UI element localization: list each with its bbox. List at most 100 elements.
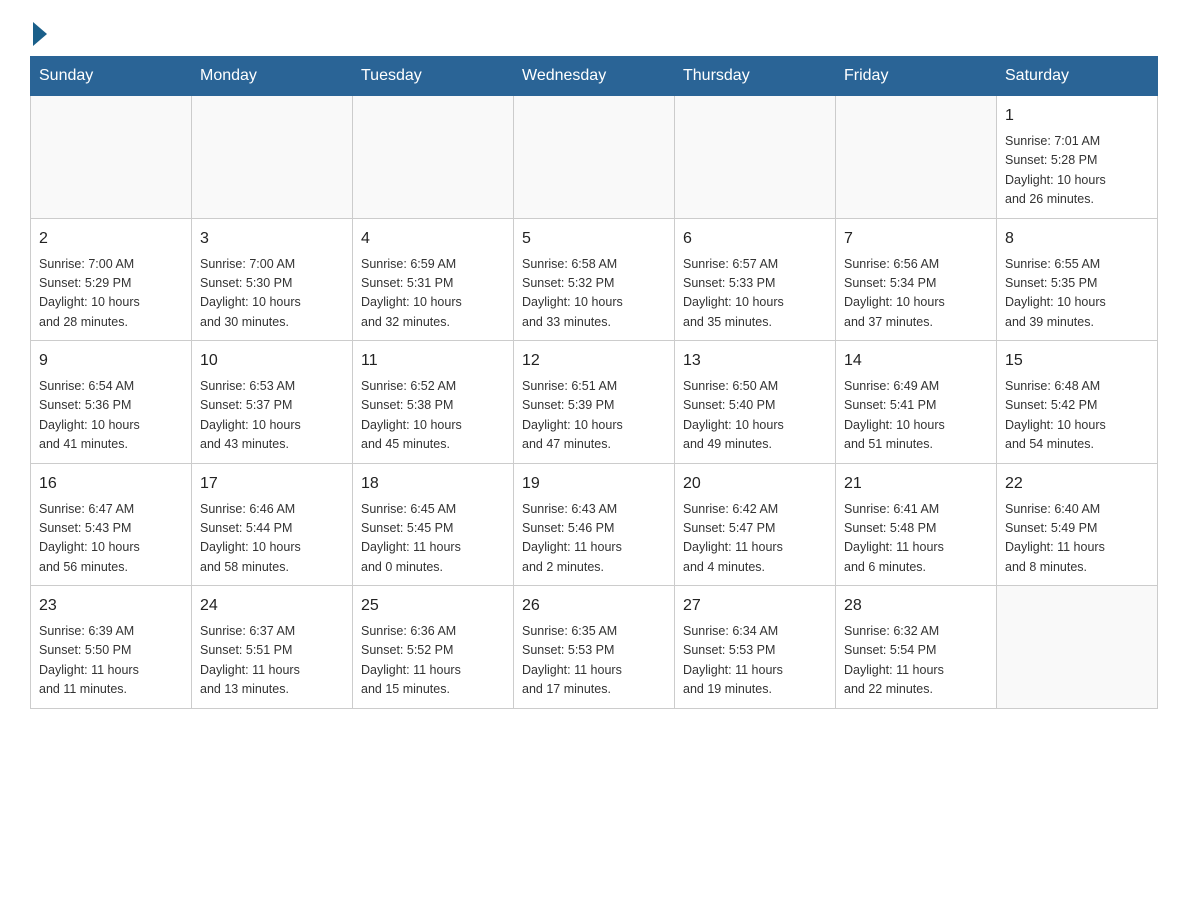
day-info: Sunrise: 7:00 AM Sunset: 5:30 PM Dayligh… — [200, 255, 344, 333]
calendar-week-row: 16Sunrise: 6:47 AM Sunset: 5:43 PM Dayli… — [31, 463, 1158, 586]
calendar-cell: 4 Sunrise: 6:59 AM Sunset: 5:31 PM Daylig… — [353, 218, 514, 341]
day-info: Sunrise: 6:54 AM Sunset: 5:36 PM Dayligh… — [39, 377, 183, 455]
day-number: 22 — [1005, 472, 1149, 496]
day-info: Sunrise: 6:45 AM Sunset: 5:45 PM Dayligh… — [361, 500, 505, 578]
calendar-cell: 27 Sunrise: 6:34 AM Sunset: 5:53 PM Dayli… — [675, 586, 836, 709]
calendar-cell — [836, 96, 997, 219]
day-info: Sunrise: 6:55 AM Sunset: 5:35 PM Dayligh… — [1005, 255, 1149, 333]
calendar-cell — [192, 96, 353, 219]
weekday-header-monday: Monday — [192, 57, 353, 96]
day-info: Sunrise: 6:32 AM Sunset: 5:54 PM Dayligh… — [844, 622, 988, 700]
day-number: 20 — [683, 472, 827, 496]
day-number: 18 — [361, 472, 505, 496]
day-number: 14 — [844, 349, 988, 373]
day-info: Sunrise: 6:35 AM Sunset: 5:53 PM Dayligh… — [522, 622, 666, 700]
day-info: Sunrise: 6:50 AM Sunset: 5:40 PM Dayligh… — [683, 377, 827, 455]
calendar-cell — [31, 96, 192, 219]
calendar-cell: 12 Sunrise: 6:51 AM Sunset: 5:39 PM Dayli… — [514, 341, 675, 464]
day-number: 2 — [39, 227, 183, 251]
day-info: Sunrise: 6:58 AM Sunset: 5:32 PM Dayligh… — [522, 255, 666, 333]
calendar-cell: 10 Sunrise: 6:53 AM Sunset: 5:37 PM Dayli… — [192, 341, 353, 464]
calendar-cell: 21 Sunrise: 6:41 AM Sunset: 5:48 PM Dayli… — [836, 463, 997, 586]
day-number: 3 — [200, 227, 344, 251]
day-info: Sunrise: 6:51 AM Sunset: 5:39 PM Dayligh… — [522, 377, 666, 455]
day-number: 24 — [200, 594, 344, 618]
day-info: Sunrise: 6:56 AM Sunset: 5:34 PM Dayligh… — [844, 255, 988, 333]
day-number: 11 — [361, 349, 505, 373]
calendar-cell: 25Sunrise: 6:36 AM Sunset: 5:52 PM Dayli… — [353, 586, 514, 709]
day-number: 27 — [683, 594, 827, 618]
calendar-cell: 6 Sunrise: 6:57 AM Sunset: 5:33 PM Daylig… — [675, 218, 836, 341]
day-number: 19 — [522, 472, 666, 496]
day-number: 21 — [844, 472, 988, 496]
day-info: Sunrise: 6:41 AM Sunset: 5:48 PM Dayligh… — [844, 500, 988, 578]
day-info: Sunrise: 6:34 AM Sunset: 5:53 PM Dayligh… — [683, 622, 827, 700]
day-info: Sunrise: 7:01 AM Sunset: 5:28 PM Dayligh… — [1005, 132, 1149, 210]
day-info: Sunrise: 6:39 AM Sunset: 5:50 PM Dayligh… — [39, 622, 183, 700]
calendar-table: SundayMondayTuesdayWednesdayThursdayFrid… — [30, 56, 1158, 709]
calendar-cell — [997, 586, 1158, 709]
day-number: 9 — [39, 349, 183, 373]
calendar-cell — [675, 96, 836, 219]
calendar-header-row: SundayMondayTuesdayWednesdayThursdayFrid… — [31, 57, 1158, 96]
calendar-cell: 28 Sunrise: 6:32 AM Sunset: 5:54 PM Dayli… — [836, 586, 997, 709]
weekday-header-sunday: Sunday — [31, 57, 192, 96]
calendar-cell: 9 Sunrise: 6:54 AM Sunset: 5:36 PM Daylig… — [31, 341, 192, 464]
calendar-cell: 24 Sunrise: 6:37 AM Sunset: 5:51 PM Dayli… — [192, 586, 353, 709]
calendar-cell: 19 Sunrise: 6:43 AM Sunset: 5:46 PM Dayli… — [514, 463, 675, 586]
day-info: Sunrise: 6:48 AM Sunset: 5:42 PM Dayligh… — [1005, 377, 1149, 455]
day-number: 23 — [39, 594, 183, 618]
calendar-week-row: 23 Sunrise: 6:39 AM Sunset: 5:50 PM Dayli… — [31, 586, 1158, 709]
calendar-cell: 17 Sunrise: 6:46 AM Sunset: 5:44 PM Dayli… — [192, 463, 353, 586]
calendar-cell: 3 Sunrise: 7:00 AM Sunset: 5:30 PM Daylig… — [192, 218, 353, 341]
calendar-cell: 7 Sunrise: 6:56 AM Sunset: 5:34 PM Daylig… — [836, 218, 997, 341]
calendar-cell: 8 Sunrise: 6:55 AM Sunset: 5:35 PM Daylig… — [997, 218, 1158, 341]
calendar-cell — [353, 96, 514, 219]
day-number: 17 — [200, 472, 344, 496]
calendar-cell: 16Sunrise: 6:47 AM Sunset: 5:43 PM Dayli… — [31, 463, 192, 586]
day-number: 25 — [361, 594, 505, 618]
calendar-cell: 2 Sunrise: 7:00 AM Sunset: 5:29 PM Daylig… — [31, 218, 192, 341]
day-info: Sunrise: 6:46 AM Sunset: 5:44 PM Dayligh… — [200, 500, 344, 578]
day-info: Sunrise: 6:49 AM Sunset: 5:41 PM Dayligh… — [844, 377, 988, 455]
day-number: 4 — [361, 227, 505, 251]
calendar-cell: 22 Sunrise: 6:40 AM Sunset: 5:49 PM Dayli… — [997, 463, 1158, 586]
calendar-cell — [514, 96, 675, 219]
weekday-header-wednesday: Wednesday — [514, 57, 675, 96]
day-info: Sunrise: 6:42 AM Sunset: 5:47 PM Dayligh… — [683, 500, 827, 578]
calendar-cell: 13 Sunrise: 6:50 AM Sunset: 5:40 PM Dayli… — [675, 341, 836, 464]
calendar-cell: 15Sunrise: 6:48 AM Sunset: 5:42 PM Dayli… — [997, 341, 1158, 464]
calendar-cell: 1Sunrise: 7:01 AM Sunset: 5:28 PM Daylig… — [997, 96, 1158, 219]
day-number: 26 — [522, 594, 666, 618]
day-number: 28 — [844, 594, 988, 618]
day-number: 13 — [683, 349, 827, 373]
day-info: Sunrise: 7:00 AM Sunset: 5:29 PM Dayligh… — [39, 255, 183, 333]
calendar-cell: 20 Sunrise: 6:42 AM Sunset: 5:47 PM Dayli… — [675, 463, 836, 586]
weekday-header-friday: Friday — [836, 57, 997, 96]
calendar-week-row: 2 Sunrise: 7:00 AM Sunset: 5:29 PM Daylig… — [31, 218, 1158, 341]
day-info: Sunrise: 6:57 AM Sunset: 5:33 PM Dayligh… — [683, 255, 827, 333]
calendar-cell: 11 Sunrise: 6:52 AM Sunset: 5:38 PM Dayli… — [353, 341, 514, 464]
calendar-cell: 14 Sunrise: 6:49 AM Sunset: 5:41 PM Dayli… — [836, 341, 997, 464]
day-info: Sunrise: 6:40 AM Sunset: 5:49 PM Dayligh… — [1005, 500, 1149, 578]
day-number: 5 — [522, 227, 666, 251]
day-number: 12 — [522, 349, 666, 373]
day-info: Sunrise: 6:43 AM Sunset: 5:46 PM Dayligh… — [522, 500, 666, 578]
day-info: Sunrise: 6:37 AM Sunset: 5:51 PM Dayligh… — [200, 622, 344, 700]
page-header — [30, 20, 1158, 46]
calendar-cell: 23 Sunrise: 6:39 AM Sunset: 5:50 PM Dayli… — [31, 586, 192, 709]
day-info: Sunrise: 6:59 AM Sunset: 5:31 PM Dayligh… — [361, 255, 505, 333]
calendar-cell: 18 Sunrise: 6:45 AM Sunset: 5:45 PM Dayli… — [353, 463, 514, 586]
day-number: 16 — [39, 472, 183, 496]
day-number: 6 — [683, 227, 827, 251]
weekday-header-tuesday: Tuesday — [353, 57, 514, 96]
logo — [30, 20, 47, 46]
weekday-header-saturday: Saturday — [997, 57, 1158, 96]
day-number: 8 — [1005, 227, 1149, 251]
day-info: Sunrise: 6:53 AM Sunset: 5:37 PM Dayligh… — [200, 377, 344, 455]
calendar-cell: 5 Sunrise: 6:58 AM Sunset: 5:32 PM Daylig… — [514, 218, 675, 341]
calendar-week-row: 9 Sunrise: 6:54 AM Sunset: 5:36 PM Daylig… — [31, 341, 1158, 464]
day-number: 7 — [844, 227, 988, 251]
day-info: Sunrise: 6:52 AM Sunset: 5:38 PM Dayligh… — [361, 377, 505, 455]
day-number: 10 — [200, 349, 344, 373]
